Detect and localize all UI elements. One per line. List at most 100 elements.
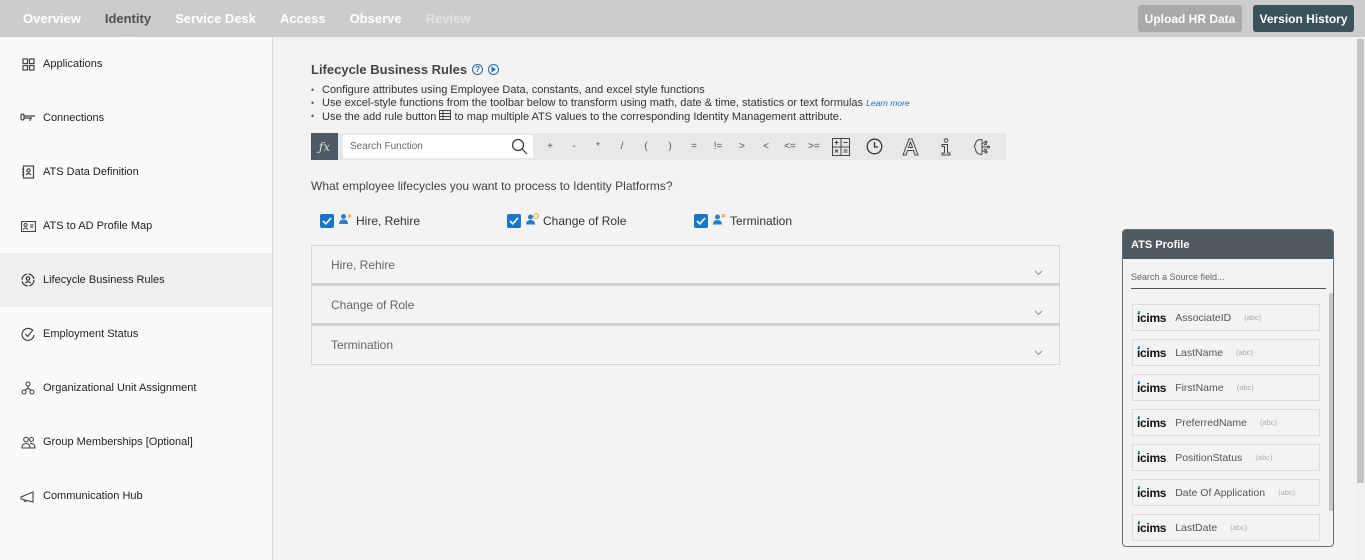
instruction-item: Use excel-style functions from the toolb… [311, 97, 1011, 110]
help-icon[interactable]: ? [472, 64, 484, 75]
clock-icon[interactable] [856, 133, 892, 160]
ats-field-item[interactable]: icims LastDate (abc) [1132, 514, 1320, 541]
text-format-icon[interactable] [892, 133, 928, 160]
sidebar-item-label: ATS to AD Profile Map [43, 220, 153, 232]
version-history-button[interactable]: Version History [1253, 5, 1354, 32]
operator-multiply[interactable]: * [586, 141, 610, 152]
connection-icon [20, 110, 36, 126]
instruction-item: Configure attributes using Employee Data… [311, 84, 1011, 97]
checkbox-checked[interactable] [320, 214, 334, 228]
learn-more-link[interactable]: Learn more [866, 98, 909, 108]
nav-tab-access[interactable]: Access [280, 11, 326, 26]
operator-less-equal[interactable]: <= [778, 141, 802, 152]
operator-greater-equal[interactable]: >= [802, 141, 826, 152]
ats-field-name: PreferredName [1175, 416, 1247, 429]
checkbox-checked[interactable] [694, 214, 708, 228]
search-function-field [343, 135, 533, 158]
operator-plus[interactable]: + [538, 141, 562, 152]
ats-profile-title: ATS Profile [1123, 230, 1333, 259]
lifecycle-checkbox-termination[interactable]: Termination [694, 212, 792, 230]
source-field-search [1131, 266, 1326, 289]
operator-divide[interactable]: / [610, 141, 634, 152]
sidebar-item-employment-status[interactable]: Employment Status [0, 307, 272, 361]
search-function-input[interactable] [343, 141, 503, 152]
user-cycle-icon [20, 272, 36, 288]
operator-open-paren[interactable]: ( [634, 141, 658, 152]
sidebar-item-label: Communication Hub [43, 490, 143, 502]
ats-field-item[interactable]: icims Date Of Application (abc) [1132, 479, 1320, 506]
ats-field-type: (abc) [1255, 453, 1273, 462]
chevron-down-icon[interactable] [1034, 343, 1043, 361]
nav-tab-service-desk[interactable]: Service Desk [175, 11, 256, 26]
nav-tab-identity[interactable]: Identity [105, 11, 151, 41]
ats-list-scrollbar[interactable] [1329, 293, 1333, 511]
ats-field-name: LastName [1175, 346, 1224, 359]
play-video-icon[interactable] [488, 64, 500, 75]
ats-field-item[interactable]: icims LastName (abc) [1132, 339, 1320, 366]
ats-field-name: FirstName [1175, 381, 1224, 394]
sidebar-item-organizational-unit-assignment[interactable]: Organizational Unit Assignment [0, 361, 272, 415]
page-scrollbar[interactable] [1356, 37, 1365, 560]
instruction-text: Configure attributes using Employee Data… [322, 84, 705, 96]
check-circle-icon [20, 326, 36, 342]
title-row: Lifecycle Business Rules ? [311, 62, 500, 77]
main-nav: Overview Identity Service Desk Access Ob… [23, 0, 494, 41]
icims-logo: icims [1137, 310, 1167, 325]
sidebar-item-group-memberships[interactable]: Group Memberships [Optional] [0, 415, 272, 469]
operator-less[interactable]: < [754, 141, 778, 152]
ats-field-item[interactable]: icims PositionStatus (abc) [1132, 444, 1320, 471]
accordion-item-hire-rehire[interactable]: Hire, Rehire [311, 245, 1060, 285]
user-change-icon [526, 212, 539, 230]
ats-field-type: (abc) [1236, 348, 1254, 357]
upload-hr-data-button[interactable]: Upload HR Data [1138, 5, 1242, 32]
instruction-text: Use the add rule button [322, 110, 437, 123]
org-chart-icon [20, 380, 36, 396]
sidebar-item-applications[interactable]: Applications [0, 37, 272, 91]
ats-field-type: (abc) [1278, 488, 1296, 497]
ats-field-item[interactable]: icims FirstName (abc) [1132, 374, 1320, 401]
nav-tab-observe[interactable]: Observe [350, 11, 402, 26]
group-icon [20, 434, 36, 450]
accordion-item-change-of-role[interactable]: Change of Role [311, 285, 1060, 325]
operator-minus[interactable]: - [562, 141, 586, 152]
ats-field-type: (abc) [1244, 313, 1262, 322]
icims-logo: icims [1137, 415, 1167, 430]
chevron-down-icon[interactable] [1034, 263, 1043, 281]
operator-not-equals[interactable]: != [706, 141, 730, 152]
lifecycle-accordion: Hire, Rehire Change of Role Termination [311, 245, 1060, 365]
nav-tab-overview[interactable]: Overview [23, 11, 81, 26]
page-scrollbar-thumb[interactable] [1357, 39, 1364, 483]
sidebar-item-label: Lifecycle Business Rules [43, 274, 165, 286]
sidebar-item-label: ATS Data Definition [43, 166, 139, 178]
ats-field-item[interactable]: icims AssociateID (abc) [1132, 304, 1320, 331]
icims-logo: icims [1137, 485, 1167, 500]
sidebar-item-connections[interactable]: Connections [0, 91, 272, 145]
sidebar-item-lifecycle-business-rules[interactable]: Lifecycle Business Rules [0, 253, 272, 307]
accordion-item-termination[interactable]: Termination [311, 325, 1060, 365]
chevron-down-icon[interactable] [1034, 303, 1043, 321]
operator-equals[interactable]: = [682, 141, 706, 152]
lifecycle-label: Termination [730, 214, 793, 228]
page-title: Lifecycle Business Rules [311, 62, 468, 77]
instruction-text: to map multiple ATS values to the corres… [454, 110, 842, 123]
ats-field-name: Date Of Application [1175, 486, 1266, 499]
sidebar-item-communication-hub[interactable]: Communication Hub [0, 469, 272, 523]
lifecycle-checkbox-change-of-role[interactable]: Change of Role [507, 212, 626, 230]
math-calculator-icon[interactable] [826, 133, 856, 160]
checkbox-checked[interactable] [507, 214, 521, 228]
user-remove-icon [713, 212, 726, 230]
megaphone-icon [20, 488, 36, 504]
sidebar-item-ats-data-definition[interactable]: ATS Data Definition [0, 145, 272, 199]
search-icon[interactable] [511, 138, 528, 160]
ai-brain-icon[interactable] [964, 133, 1000, 160]
function-button[interactable]: ƒx [311, 133, 338, 160]
sidebar-item-label: Organizational Unit Assignment [43, 382, 197, 394]
info-icon[interactable] [928, 133, 964, 160]
add-rule-icon [439, 110, 452, 124]
operator-close-paren[interactable]: ) [658, 141, 682, 152]
ats-field-item[interactable]: icims PreferredName (abc) [1132, 409, 1320, 436]
source-field-search-input[interactable] [1131, 266, 1326, 288]
operator-greater[interactable]: > [730, 141, 754, 152]
sidebar-item-ats-to-ad-profile-map[interactable]: ATS to AD Profile Map [0, 199, 272, 253]
lifecycle-checkbox-hire-rehire[interactable]: Hire, Rehire [320, 212, 420, 230]
